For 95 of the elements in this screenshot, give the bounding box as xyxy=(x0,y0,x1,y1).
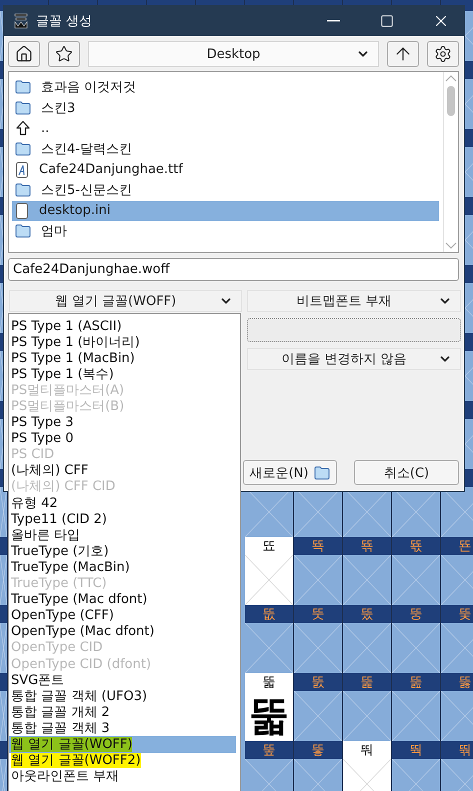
file-item[interactable]: desktop.ini xyxy=(12,200,439,222)
rename-dropdown[interactable]: 이름을 변경하지 않음 xyxy=(247,348,461,370)
glyph-label[interactable]: 뚩 xyxy=(343,673,392,691)
menu-item-text: 올바른 타입 xyxy=(11,528,80,543)
file-item[interactable]: 엄마 xyxy=(12,221,439,242)
menu-item[interactable]: 웹 열기 글꼴(WOFF) xyxy=(9,736,236,753)
file-name: desktop.ini xyxy=(39,203,110,218)
menu-item[interactable]: PS Type 1 (MacBin) xyxy=(9,350,236,366)
menu-item[interactable]: 웹 열기 글꼴(WOFF2) xyxy=(9,752,236,769)
menu-item-text: TrueType (MacBin) xyxy=(11,560,130,575)
glyph-label[interactable]: 뚄 xyxy=(441,537,473,555)
menu-item-text: OpenType (Mac dfont) xyxy=(11,624,154,640)
glyph-label[interactable]: 뚰 xyxy=(343,605,392,623)
file-item[interactable]: 효과음 이것저것 xyxy=(12,77,439,98)
menu-item-text: 통합 글꼴 개체 2 xyxy=(11,704,110,720)
glyph-label[interactable]: 뚀 xyxy=(245,537,294,555)
window-title: 글꼴 생성 xyxy=(36,13,94,30)
menu-item[interactable]: SVG폰트 xyxy=(9,672,236,688)
menu-item[interactable]: 아웃라인폰트 부재 xyxy=(9,768,236,785)
new-folder-button[interactable]: 새로운(N) xyxy=(243,460,337,485)
menu-item[interactable]: OpenType (CFF) xyxy=(9,608,236,624)
file-item[interactable]: 스킨5-신문스킨 xyxy=(12,180,439,201)
file-name: Cafe24Danjunghae.ttf xyxy=(39,162,183,178)
menu-item[interactable]: 올바른 타입 xyxy=(9,527,236,544)
file-item[interactable]: Cafe24Danjunghae.ttf xyxy=(12,159,439,180)
glyph-label[interactable]: 뚮 xyxy=(245,605,294,623)
menu-item-text: TrueType (기호) xyxy=(11,544,109,559)
file-item[interactable]: .. xyxy=(12,118,439,139)
glyph-label[interactable]: 뚱 xyxy=(392,605,441,623)
glyph-label[interactable]: 뚹 xyxy=(392,741,441,759)
menu-item-text: TrueType (Mac dfont) xyxy=(11,592,148,608)
glyph-label[interactable]: 뚃 xyxy=(392,537,441,555)
file-name: 효과음 이것저것 xyxy=(41,79,136,96)
file-name: 스킨5-신문스킨 xyxy=(41,182,132,200)
menu-item[interactable]: 유형 42 xyxy=(9,495,236,512)
format-dropdown[interactable]: 웹 열기 글꼴(WOFF) xyxy=(9,290,242,312)
menu-item-text: TrueType (TTC) xyxy=(11,576,107,592)
menu-item-text: 통합 글꼴 객체 (UFO3) xyxy=(11,688,148,704)
menu-item[interactable]: (나체의) CFF xyxy=(9,462,236,479)
menu-item[interactable]: PS Type 1 (ASCII) xyxy=(9,318,236,334)
menu-item-text: 웹 열기 글꼴(WOFF) xyxy=(11,736,132,752)
file-name: 스킨3 xyxy=(41,100,76,117)
menu-item-text: PS Type 1 (바이너리) xyxy=(11,334,140,350)
path-dropdown[interactable]: Desktop xyxy=(88,41,379,67)
cancel-button[interactable]: 취소(C) xyxy=(354,460,459,485)
menu-item[interactable]: TrueType (Mac dfont) xyxy=(9,592,236,608)
file-name: 엄마 xyxy=(41,223,67,240)
menu-item-text: 아웃라인폰트 부재 xyxy=(11,769,120,784)
menu-item-text: OpenType (CFF) xyxy=(11,608,114,624)
menu-item[interactable]: 통합 글꼴 객체 3 xyxy=(9,720,236,736)
menu-item[interactable]: Type11 (CID 2) xyxy=(9,511,236,528)
menu-item-text: 통합 글꼴 객체 3 xyxy=(11,720,110,736)
glyph-label[interactable]: 뚶 xyxy=(245,741,294,759)
file-item[interactable]: 스킨4-달력스킨 xyxy=(12,138,439,160)
glyph-label[interactable]: 뚁 xyxy=(294,537,343,555)
menu-item[interactable]: PS Type 1 (바이너리) xyxy=(9,334,236,350)
filename-field[interactable]: Cafe24Danjunghae.woff xyxy=(8,258,459,281)
menu-item-text: PS Type 1 (ASCII) xyxy=(11,318,122,334)
menu-item-text: (나체의) CFF CID xyxy=(11,479,116,494)
file-name: 스킨4-달력스킨 xyxy=(41,141,132,158)
glyph-label[interactable]: 뚧 xyxy=(245,673,294,691)
glyph-label[interactable]: 뚪 xyxy=(392,673,441,691)
menu-item-text: 유형 42 xyxy=(11,496,58,511)
glyph-label[interactable]: 뚺 xyxy=(441,741,473,759)
menu-item-text: PS멀티플마스터(A) xyxy=(11,382,124,398)
menu-item[interactable]: 통합 글꼴 객체 (UFO3) xyxy=(9,688,236,704)
menu-item-text: PS Type 1 (복수) xyxy=(11,366,114,382)
glyph-label[interactable]: 뚨 xyxy=(294,673,343,691)
menu-item-text: PS CID xyxy=(11,447,54,462)
menu-item-text: PS멀티플마스터(B) xyxy=(11,399,124,414)
menu-item[interactable]: OpenType (Mac dfont) xyxy=(9,624,236,640)
glyph-label[interactable]: 뚲 xyxy=(441,605,473,623)
menu-item-text: OpenType CID xyxy=(11,640,103,656)
menu-item[interactable]: TrueType (MacBin) xyxy=(9,559,236,576)
file-item[interactable]: 스킨3 xyxy=(12,98,439,118)
glyph-label[interactable]: 뚯 xyxy=(294,605,343,623)
menu-item-text: SVG폰트 xyxy=(11,672,64,688)
menu-item[interactable]: PS Type 1 (복수) xyxy=(9,366,236,382)
menu-item-text: PS Type 1 (MacBin) xyxy=(11,350,135,366)
menu-item-text: OpenType CID (dfont) xyxy=(11,656,152,672)
menu-item[interactable]: TrueType (기호) xyxy=(9,543,236,560)
menu-item[interactable]: PS Type 0 xyxy=(9,430,236,447)
menu-item[interactable]: PS Type 3 xyxy=(9,414,236,431)
menu-item-text: 웹 열기 글꼴(WOFF2) xyxy=(11,753,141,768)
glyph-label[interactable]: 뚫 xyxy=(441,673,473,691)
glyph-label[interactable]: 뚂 xyxy=(343,537,392,555)
bitmap-dropdown[interactable]: 비트맵폰트 부재 xyxy=(247,290,461,312)
menu-item-text: PS Type 0 xyxy=(11,431,74,446)
glyph-label[interactable]: 뚸 xyxy=(343,741,392,759)
menu-item[interactable]: 통합 글꼴 개체 2 xyxy=(9,704,236,720)
menu-item-text: (나체의) CFF xyxy=(11,463,88,478)
glyph-label[interactable]: 뚷 xyxy=(294,741,343,759)
file-name: .. xyxy=(41,120,50,136)
menu-item-text: PS Type 3 xyxy=(11,415,74,430)
menu-item-text: Type11 (CID 2) xyxy=(11,512,108,527)
